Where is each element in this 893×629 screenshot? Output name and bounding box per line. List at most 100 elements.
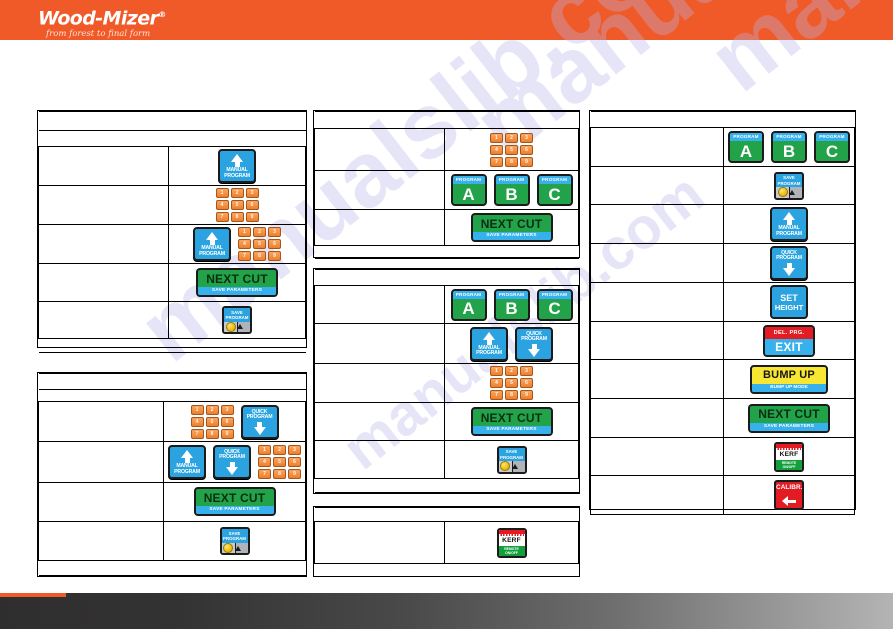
kerf-button[interactable]: KERF REMOTE ON/OFF xyxy=(774,441,804,472)
program-c-button[interactable]: PROGRAM C xyxy=(814,131,850,163)
button-label: SAVE PROGRAM xyxy=(224,308,250,322)
keypad-key[interactable]: 4 xyxy=(238,239,251,249)
keypad-key[interactable]: 5 xyxy=(505,144,518,155)
keypad-key[interactable]: 5 xyxy=(205,416,219,427)
keypad-key[interactable]: 3 xyxy=(520,366,533,376)
keypad-key[interactable]: 6 xyxy=(520,378,533,388)
keypad-key[interactable]: 7 xyxy=(190,428,204,439)
quick-program-button[interactable]: QUICK PROGRAM xyxy=(240,404,279,439)
keypad-key[interactable]: 4 xyxy=(490,144,503,155)
save-program-button[interactable]: SAVE PROGRAM xyxy=(774,171,804,200)
keypad-key[interactable]: 1 xyxy=(190,404,204,415)
numeric-keypad[interactable]: 1 2 3 4 5 6 7 8 9 xyxy=(215,188,259,222)
save-program-button[interactable]: SAVE PROGRAM xyxy=(496,445,527,474)
next-cut-button[interactable]: NEXT CUT SAVE PARAMETERS xyxy=(470,213,553,242)
next-cut-button[interactable]: NEXT CUT SAVE PARAMETERS xyxy=(196,268,278,297)
program-c-button[interactable]: PROGRAM C xyxy=(536,288,573,321)
keypad-key[interactable]: 4 xyxy=(190,416,204,427)
program-b-button[interactable]: PROGRAM B xyxy=(493,288,530,321)
keypad-key[interactable]: 6 xyxy=(245,200,259,210)
kerf-sublabel: REMOTE ON/OFF xyxy=(498,545,525,556)
calibration-button[interactable]: CALIBR. xyxy=(774,480,804,510)
next-cut-button[interactable]: NEXT CUT SAVE PARAMETERS xyxy=(193,487,276,517)
keypad-key[interactable]: 2 xyxy=(505,132,518,143)
keypad-key[interactable]: 4 xyxy=(258,457,271,468)
keypad-key[interactable]: 8 xyxy=(505,390,518,400)
quick-program-button[interactable]: QUICK PROGRAM xyxy=(770,246,808,280)
keypad-key[interactable]: 5 xyxy=(273,457,286,468)
program-b-button[interactable]: PROGRAM B xyxy=(493,174,530,206)
keypad-key[interactable]: 7 xyxy=(238,251,251,261)
kerf-button[interactable]: KERF REMOTE ON/OFF xyxy=(496,527,527,558)
keypad-key[interactable]: 7 xyxy=(490,156,503,167)
keypad-key[interactable]: 7 xyxy=(258,469,271,480)
save-program-button[interactable]: SAVE PROGRAM xyxy=(222,306,252,334)
keypad-key[interactable]: 1 xyxy=(215,188,229,198)
keypad-key[interactable]: 9 xyxy=(520,390,533,400)
keypad-key[interactable]: 5 xyxy=(505,378,518,388)
keypad-key[interactable]: 2 xyxy=(273,445,286,456)
save-program-button[interactable]: SAVE PROGRAM xyxy=(219,527,250,556)
keypad-key[interactable]: 8 xyxy=(253,251,266,261)
keypad-key[interactable]: 4 xyxy=(215,200,229,210)
keypad-key[interactable]: 5 xyxy=(253,239,266,249)
program-a-button[interactable]: PROGRAM A xyxy=(450,288,487,321)
button-group: PROGRAM A PROGRAM B PROGRAM C xyxy=(449,174,574,206)
numeric-keypad[interactable]: 1 2 3 4 5 6 7 8 9 xyxy=(258,445,301,480)
numeric-keypad[interactable]: 1 2 3 4 5 6 7 8 9 xyxy=(238,227,281,261)
keypad-key[interactable]: 1 xyxy=(238,227,251,237)
program-c-button[interactable]: PROGRAM C xyxy=(536,174,573,206)
keypad-key[interactable]: 4 xyxy=(490,378,503,388)
set-height-button[interactable]: SET HEIGHT xyxy=(770,285,808,319)
program-a-button[interactable]: PROGRAM A xyxy=(450,174,487,206)
keypad-key[interactable]: 9 xyxy=(245,212,259,222)
keypad-key[interactable]: 9 xyxy=(220,428,234,439)
keypad-key[interactable]: 3 xyxy=(245,188,259,198)
keypad-key[interactable]: 8 xyxy=(230,212,244,222)
manual-program-button[interactable]: MANUAL PROGRAM xyxy=(770,207,808,241)
keypad-key[interactable]: 1 xyxy=(258,445,271,456)
manual-program-button[interactable]: MANUAL PROGRAM xyxy=(470,326,508,361)
keypad-key[interactable]: 2 xyxy=(253,227,266,237)
keypad-key[interactable]: 8 xyxy=(273,469,286,480)
keypad-key[interactable]: 6 xyxy=(288,457,301,468)
manual-program-button[interactable]: MANUAL PROGRAM xyxy=(168,445,206,480)
keypad-key[interactable]: 3 xyxy=(520,132,533,143)
keypad-key[interactable]: 7 xyxy=(490,390,503,400)
program-a-button[interactable]: PROGRAM A xyxy=(728,131,764,163)
numeric-keypad[interactable]: 1 2 3 4 5 6 7 8 9 xyxy=(190,404,234,439)
quick-program-button[interactable]: QUICK PROGRAM xyxy=(515,326,553,361)
keypad-key[interactable]: 2 xyxy=(505,366,518,376)
button-label: HEIGHT xyxy=(774,302,804,312)
keypad-key[interactable]: 8 xyxy=(505,156,518,167)
exit-button[interactable]: DEL. PRG. EXIT xyxy=(763,324,815,357)
keypad-key[interactable]: 8 xyxy=(205,428,219,439)
keypad-key[interactable]: 6 xyxy=(268,239,281,249)
keypad-key[interactable]: 9 xyxy=(520,156,533,167)
keypad-key[interactable]: 1 xyxy=(490,366,503,376)
keypad-key[interactable]: 1 xyxy=(490,132,503,143)
quick-program-button[interactable]: QUICK PROGRAM xyxy=(213,445,251,480)
keypad-key[interactable]: 2 xyxy=(230,188,244,198)
numeric-keypad[interactable]: 1 2 3 4 5 6 7 8 9 xyxy=(490,366,533,400)
table-row xyxy=(314,111,579,129)
bump-up-button[interactable]: BUMP UP BUMP UP MODE xyxy=(750,364,828,394)
footer-bar xyxy=(0,593,893,629)
keypad-key[interactable]: 3 xyxy=(288,445,301,456)
keypad-key[interactable]: 9 xyxy=(288,469,301,480)
manual-program-button[interactable]: MANUAL PROGRAM xyxy=(218,149,256,183)
table-row: KERF REMOTE ON/OFF xyxy=(590,437,855,476)
keypad-key[interactable]: 6 xyxy=(520,144,533,155)
program-b-button[interactable]: PROGRAM B xyxy=(771,131,807,163)
keypad-key[interactable]: 3 xyxy=(268,227,281,237)
manual-program-button[interactable]: MANUAL PROGRAM xyxy=(193,227,231,261)
keypad-key[interactable]: 6 xyxy=(220,416,234,427)
keypad-key[interactable]: 2 xyxy=(205,404,219,415)
keypad-key[interactable]: 9 xyxy=(268,251,281,261)
numeric-keypad[interactable]: 1 2 3 4 5 6 7 8 9 xyxy=(490,132,533,167)
next-cut-button[interactable]: NEXT CUT SAVE PARAMETERS xyxy=(470,407,553,436)
next-cut-button[interactable]: NEXT CUT SAVE PARAMETERS xyxy=(748,403,830,433)
keypad-key[interactable]: 3 xyxy=(220,404,234,415)
keypad-key[interactable]: 7 xyxy=(215,212,229,222)
keypad-key[interactable]: 5 xyxy=(230,200,244,210)
